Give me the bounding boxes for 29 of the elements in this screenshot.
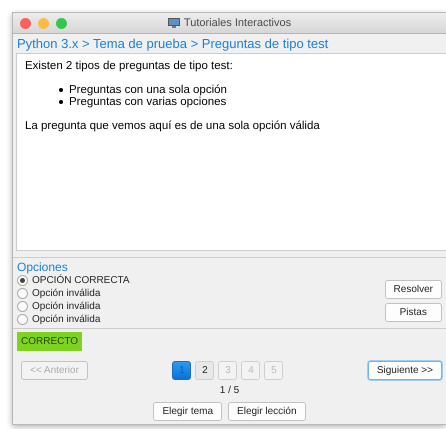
hints-button[interactable]: Pistas (384, 303, 442, 322)
radio-button[interactable] (17, 314, 28, 325)
option-label[interactable]: Opción inválida (32, 301, 100, 312)
options-heading: Opciones (17, 260, 69, 274)
result-badge: CORRECTO (17, 332, 82, 351)
choose-lesson-button[interactable]: Elegir lección (228, 402, 306, 421)
next-button[interactable]: Siguiente >> (368, 361, 442, 380)
intro-text: Existen 2 tipos de preguntas de tipo test: (25, 60, 234, 72)
minimize-button[interactable] (38, 18, 49, 28)
page-button[interactable]: 2 (195, 361, 214, 380)
breadcrumb: Python 3.x > Tema de prueba > Preguntas de tipo test (16, 35, 330, 53)
page-counter: 1 / 5 (218, 385, 240, 396)
zoom-button[interactable] (56, 18, 67, 28)
option-label[interactable]: Opción inválida (32, 288, 100, 299)
note-text: La pregunta que vemos aquí es de una sola opción válida (25, 120, 321, 132)
radio-button[interactable] (17, 301, 28, 312)
window-title: Tutoriales Interactivos (184, 17, 292, 29)
list-item: Preguntas con una sola opción (69, 84, 227, 96)
radio-button[interactable] (17, 275, 28, 286)
option-label[interactable]: Opción inválida (32, 314, 100, 325)
option-label[interactable]: OPCIÓN CORRECTA (32, 275, 130, 286)
close-button[interactable] (20, 18, 31, 28)
monitor-icon (168, 18, 180, 28)
choose-topic-button[interactable]: Elegir tema (153, 402, 222, 421)
bullet-icon (59, 100, 63, 104)
radio-button[interactable] (17, 288, 28, 299)
list-item: Preguntas con varias opciones (69, 96, 226, 108)
bullet-icon (59, 88, 63, 92)
resolve-button[interactable]: Resolver (384, 280, 442, 299)
